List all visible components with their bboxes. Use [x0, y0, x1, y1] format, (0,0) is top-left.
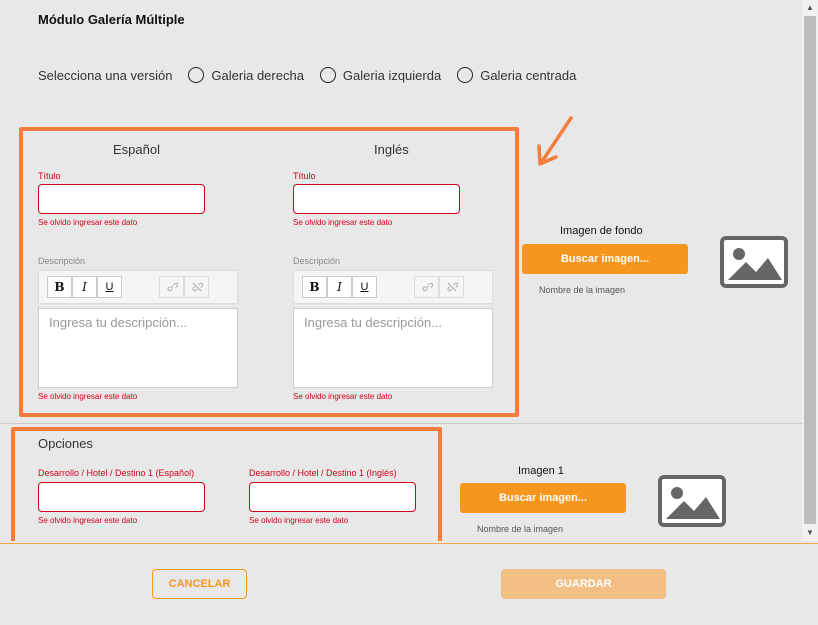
radio-label: Galeria derecha — [211, 67, 304, 83]
vertical-scrollbar[interactable]: ▲ ▼ — [802, 0, 818, 541]
modal-content: Módulo Galería Múltiple Selecciona una v… — [0, 0, 802, 541]
image1-search-button[interactable]: Buscar imagen... — [460, 483, 626, 513]
background-image-search-button[interactable]: Buscar imagen... — [522, 244, 688, 274]
image-placeholder-icon — [720, 236, 788, 288]
radio-circle[interactable] — [188, 67, 205, 83]
save-button[interactable]: GUARDAR — [501, 569, 666, 599]
annotation-highlight-box-options — [11, 427, 442, 541]
annotation-highlight-box — [19, 127, 519, 417]
section-divider — [0, 423, 802, 424]
radio-galeria-derecha[interactable]: Galeria derecha — [188, 67, 304, 83]
annotation-arrow-icon — [537, 116, 573, 166]
version-label: Selecciona una versión — [38, 67, 173, 83]
scroll-up-icon[interactable]: ▲ — [802, 0, 818, 16]
radio-circle[interactable] — [319, 67, 336, 83]
background-image-name: Nombre de la imagen — [539, 285, 626, 295]
footer-divider — [0, 543, 818, 544]
scrollbar-thumb[interactable] — [804, 16, 816, 524]
page-title: Módulo Galería Múltiple — [38, 12, 185, 27]
radio-galeria-centrada[interactable]: Galeria centrada — [457, 67, 576, 83]
cancel-button[interactable]: CANCELAR — [152, 569, 247, 599]
background-image-label: Imagen de fondo — [560, 225, 643, 237]
image-placeholder-icon — [658, 475, 726, 527]
radio-galeria-izquierda[interactable]: Galeria izquierda — [319, 67, 442, 83]
scroll-down-icon[interactable]: ▼ — [802, 525, 818, 541]
image1-label: Imagen 1 — [518, 465, 564, 477]
radio-label: Galeria izquierda — [342, 67, 442, 83]
image1-name: Nombre de la imagen — [477, 524, 564, 534]
version-selector: Selecciona una versión Galeria derecha G… — [38, 67, 592, 83]
radio-circle[interactable] — [457, 67, 474, 83]
radio-label: Galeria centrada — [480, 67, 577, 83]
